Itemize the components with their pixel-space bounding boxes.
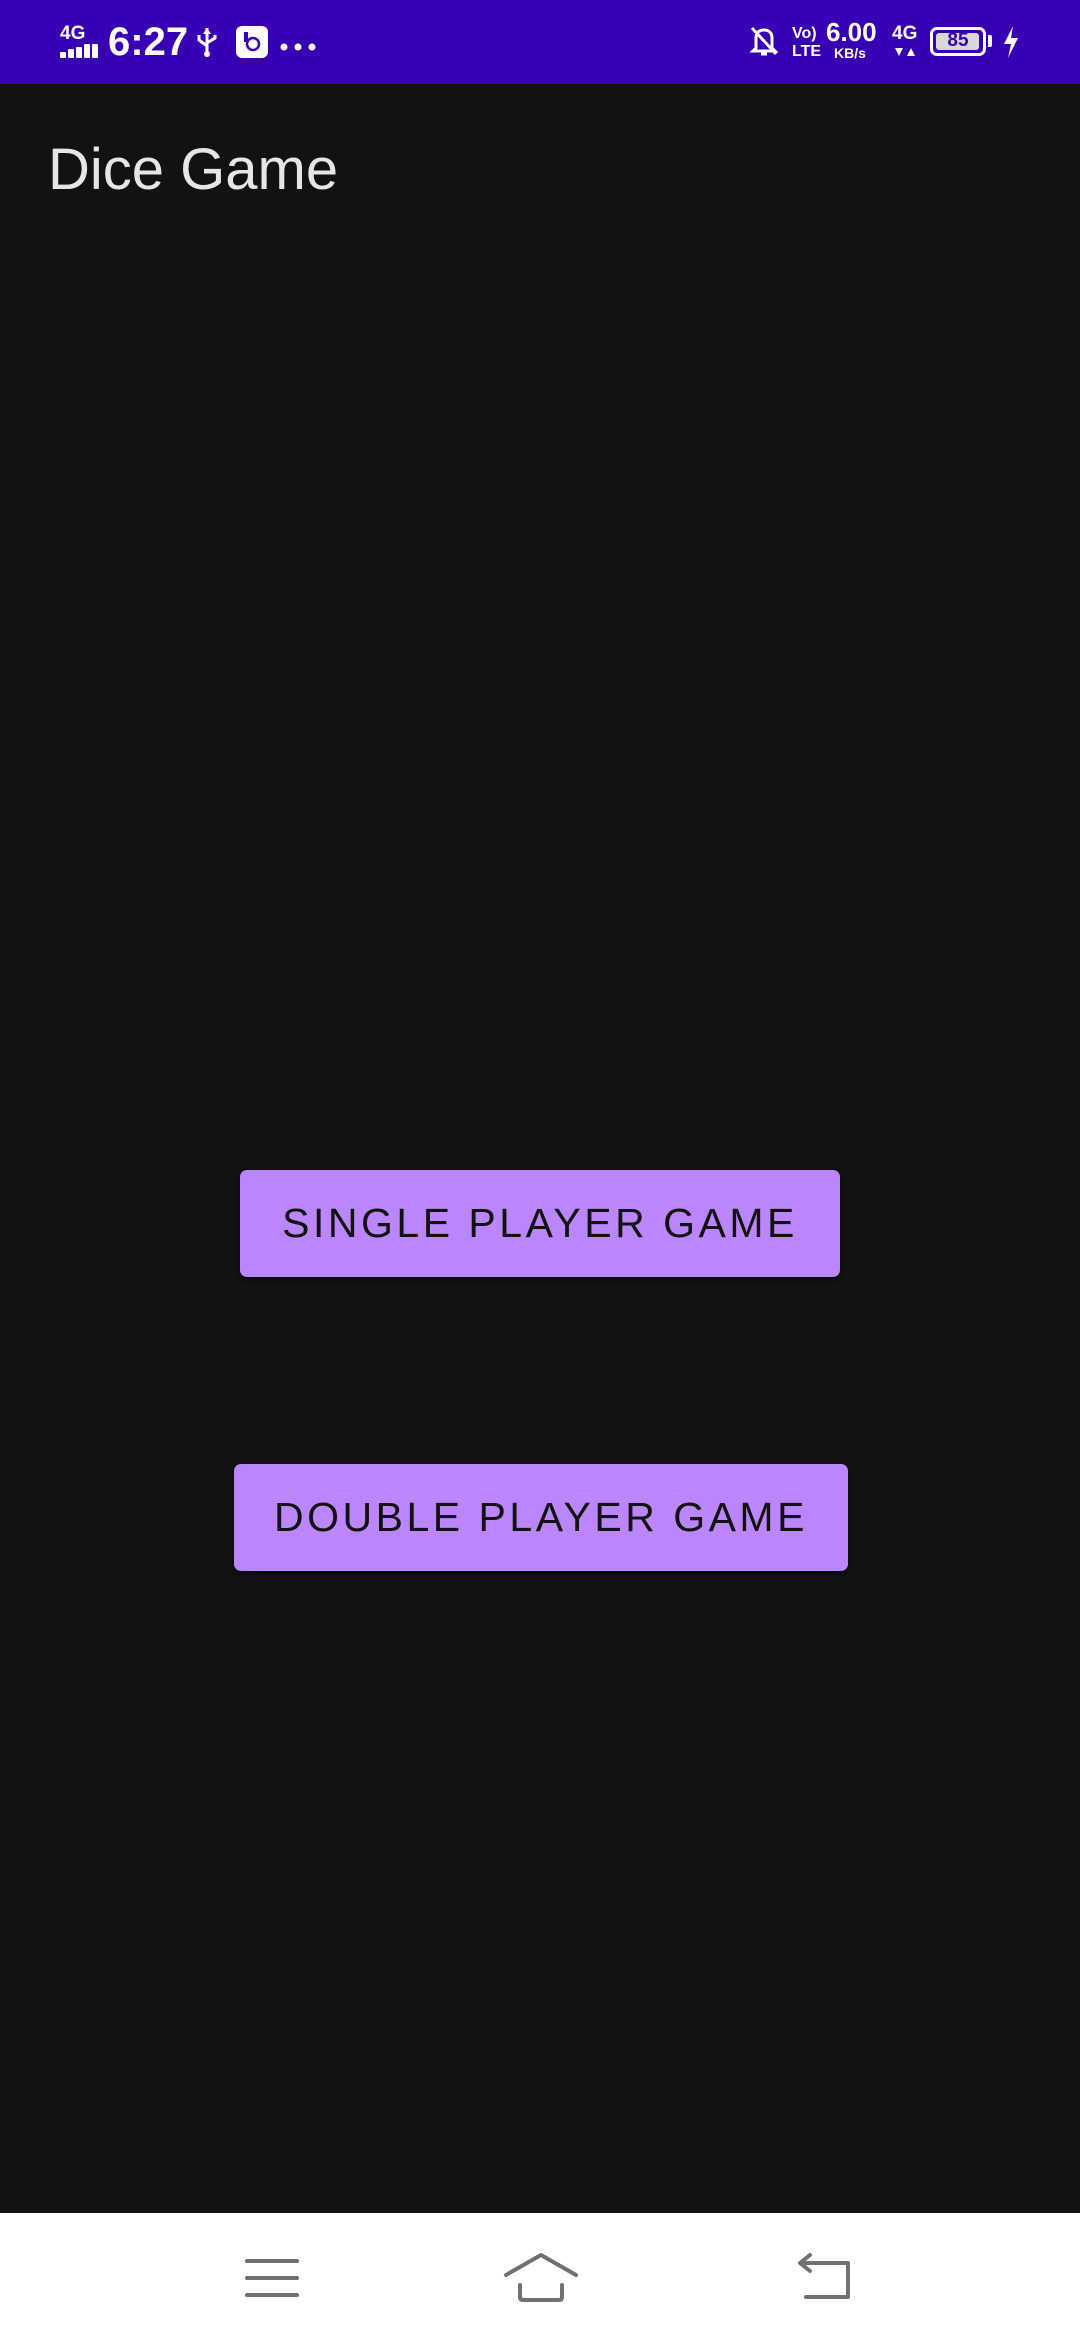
status-bar: 4G 6:27 Vo) LTE 6.00 KB/s 4G 85 [0,0,1080,84]
app-notification-icon [236,26,268,58]
usb-icon [194,26,220,58]
app-title: Dice Game [48,137,339,202]
back-icon[interactable] [768,2233,878,2323]
battery-icon: 85 [930,27,986,56]
menu-icon[interactable] [217,2233,327,2323]
network-type-label: 4G [60,23,86,44]
network-speed-value: 6.00 [826,17,877,47]
lte-label: LTE [792,43,822,60]
charging-icon [1002,26,1020,58]
single-player-game-button[interactable]: SINGLE PLAYER GAME [240,1170,840,1277]
status-time: 6:27 [108,20,189,64]
bell-off-icon [748,24,780,58]
home-icon[interactable] [486,2233,596,2323]
network-type-label-2: 4G [892,23,918,44]
signal-icon [60,44,98,58]
network-speed-unit: KB/s [834,45,866,61]
battery-level: 85 [947,30,969,51]
data-arrows-icon [894,45,916,57]
double-player-game-button[interactable]: DOUBLE PLAYER GAME [234,1464,848,1571]
navigation-bar [0,2213,1080,2340]
volte-label: Vo) [792,25,817,42]
more-icon [280,38,316,51]
battery-tip [988,35,992,47]
